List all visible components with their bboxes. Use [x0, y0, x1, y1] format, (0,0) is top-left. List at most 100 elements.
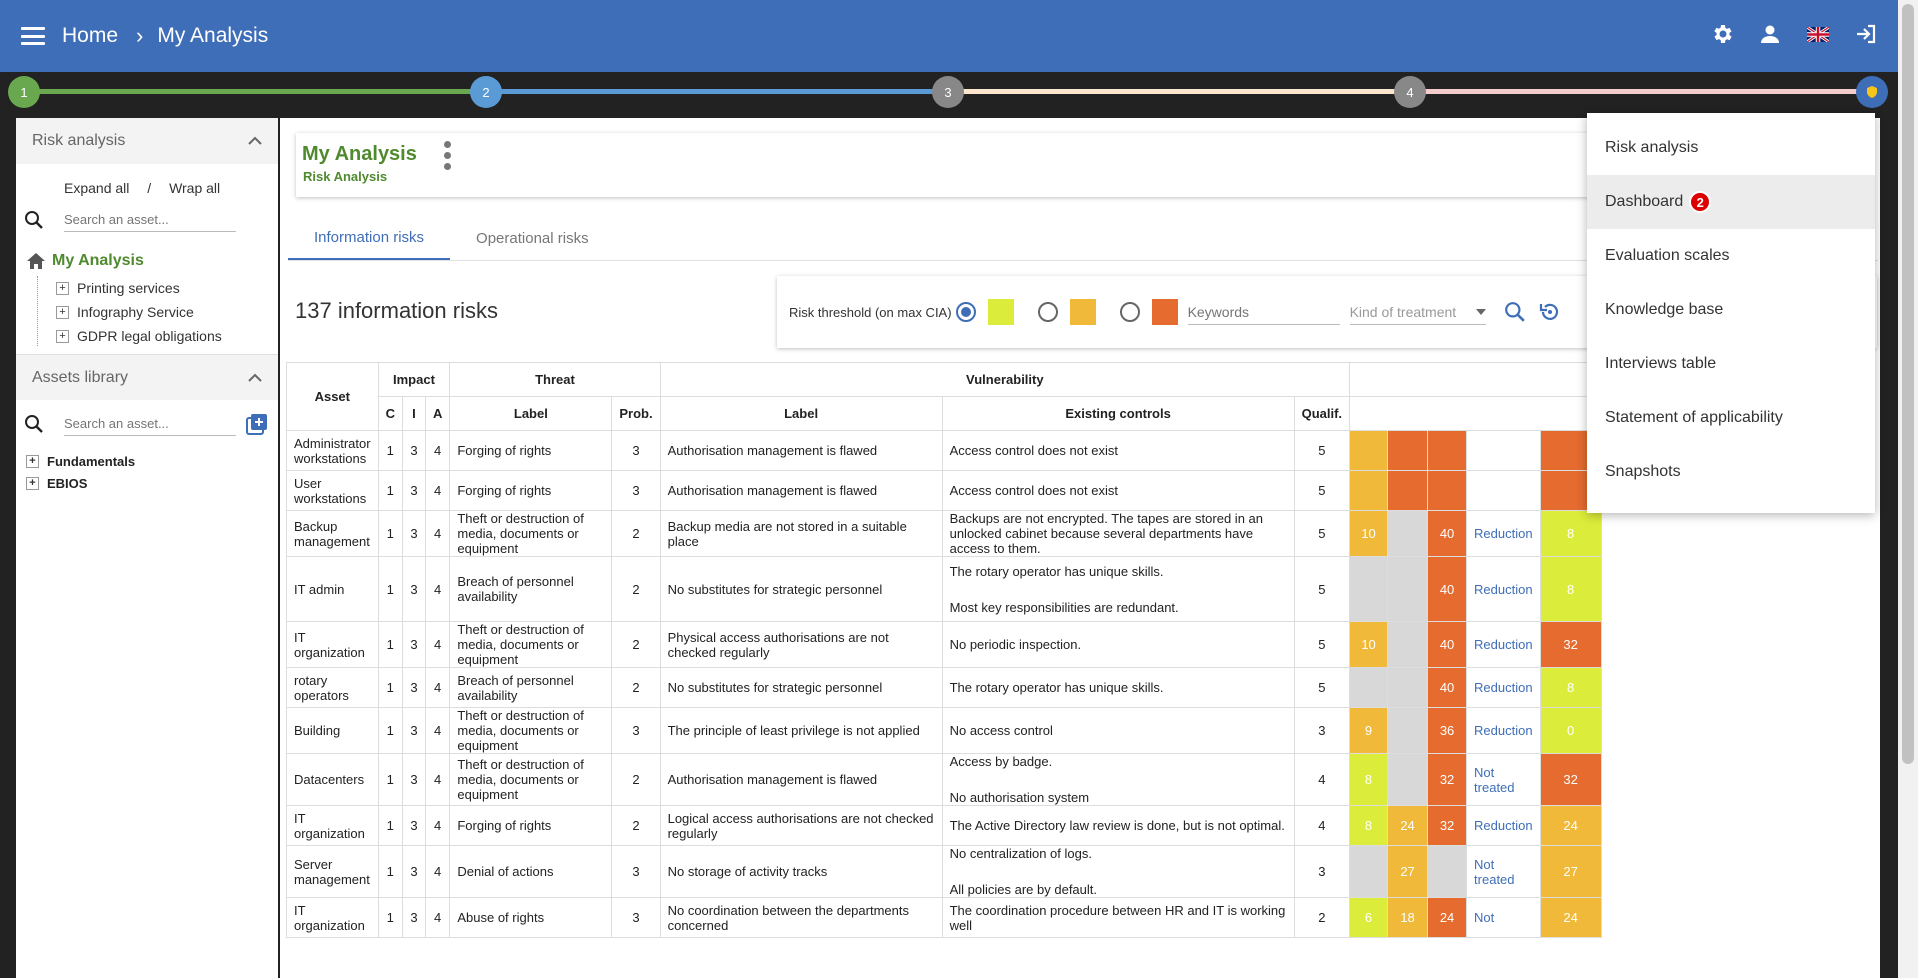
table-row[interactable]: Datacenters 1 3 4 Theft or destruction of me…: [286, 753, 1602, 806]
breadcrumb-home[interactable]: Home: [62, 24, 118, 48]
expand-plus-icon[interactable]: +: [56, 329, 69, 343]
table-row[interactable]: Backup management 1 3 4 Theft or destruction…: [286, 510, 1602, 557]
cell-treatment-text[interactable]: Reduction: [1474, 526, 1533, 541]
col-header-vuln-label[interactable]: Label: [659, 396, 943, 431]
tab-operational-risks[interactable]: Operational risks: [450, 216, 615, 260]
threshold-radio-low[interactable]: [955, 302, 976, 322]
cell-prob-text: 3: [632, 443, 640, 458]
cell-treatment-text[interactable]: Not: [1474, 910, 1533, 925]
col-header-threat-label[interactable]: Label: [449, 396, 613, 431]
col-header-existing-controls[interactable]: Existing controls: [941, 396, 1295, 431]
step-3[interactable]: 3: [932, 76, 964, 108]
table-row[interactable]: Building 1 3 4 Theft or destruction of media…: [286, 707, 1602, 754]
cell-treatment: Not: [1466, 897, 1541, 938]
cell-qualif-text: 5: [1318, 483, 1326, 498]
menu-item-statement-of-applicability[interactable]: Statement of applicability: [1587, 391, 1875, 445]
cell-risk-i: [1387, 510, 1429, 557]
table-row[interactable]: rotary operators 1 3 4 Breach of personnel a…: [286, 667, 1602, 708]
scrollbar-thumb[interactable]: [1902, 4, 1914, 764]
cell-treatment-text[interactable]: Not treated: [1474, 765, 1533, 795]
risk-analysis-section-header[interactable]: Risk analysis: [16, 118, 278, 164]
library-item[interactable]: + Fundamentals: [26, 450, 278, 472]
expand-plus-icon[interactable]: +: [26, 454, 39, 468]
cell-impact-c: 1: [377, 621, 403, 668]
more-options-icon[interactable]: [442, 141, 452, 170]
cell-qualif-text: 3: [1318, 864, 1326, 879]
cell-existing-controls-text: No periodic inspection.: [949, 637, 1082, 652]
risk-tabs: Information risks Operational risks: [288, 216, 615, 260]
wrap-all-link[interactable]: Wrap all: [169, 180, 220, 196]
col-header-c[interactable]: C: [377, 396, 403, 431]
tree-item[interactable]: + GDPR legal obligations: [56, 324, 278, 348]
cell-threat-label-text: Breach of personnel availability: [457, 574, 574, 604]
library-item[interactable]: + EBIOS: [26, 472, 278, 494]
deliverable-shield-icon[interactable]: [1856, 76, 1888, 108]
keywords-input[interactable]: [1187, 299, 1340, 325]
assets-library-section-header[interactable]: Assets library: [16, 354, 278, 400]
cell-prob: 3: [611, 897, 661, 938]
menu-item-dashboard[interactable]: Dashboard 2: [1587, 175, 1875, 229]
library-search-input[interactable]: [64, 412, 236, 436]
cell-impact-c: 1: [377, 430, 403, 471]
menu-item-snapshots[interactable]: Snapshots: [1587, 445, 1875, 499]
expand-plus-icon[interactable]: +: [56, 281, 69, 295]
tree-item[interactable]: + Infography Service: [56, 300, 278, 324]
threshold-radio-medium[interactable]: [1037, 302, 1058, 322]
chevron-up-icon[interactable]: [248, 136, 262, 146]
cell-residual-risk-text: 8: [1566, 526, 1575, 541]
expand-all-link[interactable]: Expand all: [64, 180, 129, 196]
table-row[interactable]: IT organization 1 3 4 Forging of rights 2 Logi…: [286, 805, 1602, 846]
cell-treatment-text[interactable]: Reduction: [1474, 582, 1533, 597]
table-row[interactable]: User workstations 1 3 4 Forging of rights 3 Au…: [286, 470, 1602, 511]
col-header-prob[interactable]: Prob.: [611, 396, 661, 431]
menu-item-knowledge-base[interactable]: Knowledge base: [1587, 283, 1875, 337]
tree-root-my-analysis[interactable]: My Analysis: [26, 252, 278, 270]
cell-risk-c: [1349, 556, 1389, 622]
cell-treatment-text[interactable]: Not treated: [1474, 857, 1533, 887]
cell-treatment-text[interactable]: Reduction: [1474, 818, 1533, 833]
uk-flag-icon[interactable]: [1806, 22, 1830, 46]
menu-item-interviews-table[interactable]: Interviews table: [1587, 337, 1875, 391]
tab-information-risks[interactable]: Information risks: [288, 216, 451, 260]
settings-icon[interactable]: [1710, 22, 1734, 46]
table-row[interactable]: Administrator workstations 1 3 4 Forging of …: [286, 430, 1602, 471]
page-scrollbar[interactable]: [1898, 0, 1918, 978]
search-icon: [25, 415, 43, 433]
search-icon[interactable]: [1504, 301, 1526, 323]
add-asset-icon[interactable]: [246, 413, 268, 435]
cell-impact-a-text: 4: [434, 723, 442, 738]
menu-icon[interactable]: [21, 27, 45, 45]
expand-plus-icon[interactable]: +: [26, 476, 39, 490]
user-icon[interactable]: [1758, 22, 1782, 46]
reset-filters-icon[interactable]: [1538, 300, 1562, 324]
table-row[interactable]: IT organization 1 3 4 Abuse of rights 3 No coo…: [286, 897, 1602, 938]
chevron-up-icon[interactable]: [248, 373, 262, 383]
col-header-a[interactable]: A: [424, 396, 451, 431]
asset-search-input[interactable]: [64, 208, 236, 232]
table-row[interactable]: IT organization 1 3 4 Theft or destruction o…: [286, 621, 1602, 668]
table-row[interactable]: IT admin 1 3 4 Breach of personnel availabil…: [286, 556, 1602, 622]
menu-item-evaluation-scales[interactable]: Evaluation scales: [1587, 229, 1875, 283]
cell-vuln-label: No storage of activity tracks: [659, 845, 943, 898]
cell-risk-a-text: 40: [1439, 526, 1455, 541]
treatment-select[interactable]: Kind of treatment: [1349, 299, 1486, 325]
tree-item[interactable]: + Printing services: [56, 276, 278, 300]
menu-item-label: Evaluation scales: [1605, 247, 1730, 264]
step-4[interactable]: 4: [1394, 76, 1426, 108]
cell-treatment-text[interactable]: Reduction: [1474, 637, 1533, 652]
cell-treatment-text[interactable]: Reduction: [1474, 680, 1533, 695]
col-header-i[interactable]: I: [401, 396, 426, 431]
step-1[interactable]: 1: [8, 76, 40, 108]
threshold-radio-high[interactable]: [1119, 302, 1140, 322]
expand-plus-icon[interactable]: +: [56, 305, 69, 319]
cell-threat-label-text: Theft or destruction of media, documents…: [457, 622, 584, 667]
cell-existing-controls: No centralization of logs. All policies a…: [941, 845, 1295, 898]
menu-item-risk-analysis[interactable]: Risk analysis: [1587, 121, 1875, 175]
table-row[interactable]: Server management 1 3 4 Denial of actions 3 No…: [286, 845, 1602, 898]
step-2[interactable]: 2: [470, 76, 502, 108]
cell-threat-label: Denial of actions: [449, 845, 613, 898]
col-header-qualif[interactable]: Qualif.: [1293, 396, 1351, 431]
cell-impact-a: 4: [424, 556, 451, 622]
logout-icon[interactable]: [1854, 22, 1878, 46]
cell-treatment-text[interactable]: Reduction: [1474, 723, 1533, 738]
